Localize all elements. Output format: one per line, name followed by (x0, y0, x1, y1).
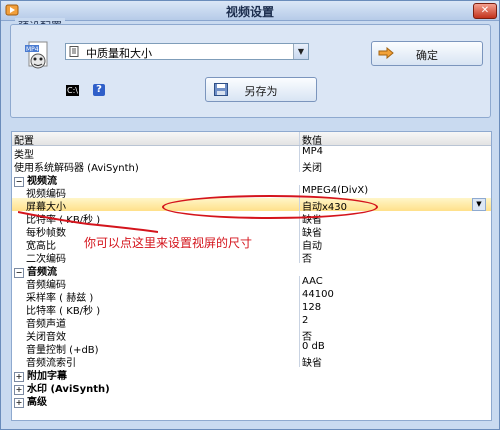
header-key: 配置 (14, 136, 34, 147)
row-audio-index[interactable]: 音频流索引 缺省 (12, 354, 491, 369)
annotation-text: 你可以点这里来设置视屏的尺寸 (84, 236, 253, 250)
mp4-file-icon: MP4 (25, 41, 48, 69)
row-type[interactable]: 类型 MP4 (12, 146, 491, 161)
row-two-pass[interactable]: 二次编码 否 (12, 250, 491, 265)
row-value[interactable]: 0 dB (302, 341, 325, 352)
row-system-decoder[interactable]: 使用系统解码器 (AviSynth) 关闭 (12, 159, 491, 174)
preset-dropdown[interactable]: 中质量和大小 ▼ (65, 43, 309, 60)
annotation-pointer (18, 211, 158, 233)
title-bar[interactable]: 视频设置 ✕ (1, 1, 499, 21)
category-watermark[interactable]: + 水印 (AviSynth) (12, 380, 491, 395)
row-value[interactable]: MP4 (302, 146, 323, 157)
svg-text:MP4: MP4 (26, 46, 39, 53)
ok-button[interactable]: 确定 (371, 41, 483, 66)
row-audio-codec[interactable]: 音频编码 AAC (12, 276, 491, 291)
row-value[interactable]: 44100 (302, 289, 334, 300)
row-value[interactable]: AAC (302, 276, 323, 287)
row-volume[interactable]: 音量控制 (+dB) 0 dB (12, 341, 491, 356)
annotation-ellipse (162, 195, 378, 219)
category-label: + 高级 (14, 393, 47, 408)
save-as-button[interactable]: 另存为 (205, 77, 317, 102)
chevron-down-icon[interactable]: ▼ (472, 198, 486, 211)
category-advanced[interactable]: + 高级 (12, 393, 491, 408)
row-value[interactable]: MPEG4(DivX) (302, 185, 368, 196)
preset-panel: MP4 中质量和大小 ▼ 确定 C:\ ? 另存为 (10, 24, 491, 118)
row-sample-rate[interactable]: 采样率 ( 赫兹 ) 44100 (12, 289, 491, 304)
category-subtitles[interactable]: + 附加字幕 (12, 367, 491, 382)
category-audio-stream[interactable]: − 音频流 (12, 263, 491, 278)
video-settings-dialog: 视频设置 ✕ 预设配置 MP4 中质量和大小 ▼ (0, 0, 500, 430)
preset-selected-value: 中质量和大小 (86, 47, 152, 60)
row-audio-channels[interactable]: 音频声道 2 (12, 315, 491, 330)
header-value: 数值 (302, 136, 322, 147)
category-video-stream[interactable]: − 视频流 (12, 172, 491, 187)
window-title: 视频设置 (225, 5, 274, 19)
chevron-down-icon[interactable]: ▼ (293, 44, 308, 59)
grid-header: 配置 数值 (12, 132, 491, 147)
row-audio-bitrate[interactable]: 比特率 ( KB/秒 ) 128 (12, 302, 491, 317)
close-button[interactable]: ✕ (473, 3, 497, 19)
row-mute[interactable]: 关闭音效 否 (12, 328, 491, 343)
help-icon[interactable]: ? (93, 84, 105, 96)
command-prompt-icon[interactable]: C:\ (66, 85, 79, 96)
category-title: 高级 (27, 397, 47, 408)
row-value[interactable]: 2 (302, 315, 308, 326)
ok-label: 确定 (416, 49, 438, 62)
document-icon (69, 46, 79, 57)
expand-icon[interactable]: + (14, 398, 24, 408)
row-value[interactable]: 128 (302, 302, 321, 313)
settings-grid: 配置 数值 类型 MP4 使用系统解码器 (AviSynth) 关闭 − 视频流 … (11, 131, 492, 421)
save-as-label: 另存为 (244, 85, 278, 98)
